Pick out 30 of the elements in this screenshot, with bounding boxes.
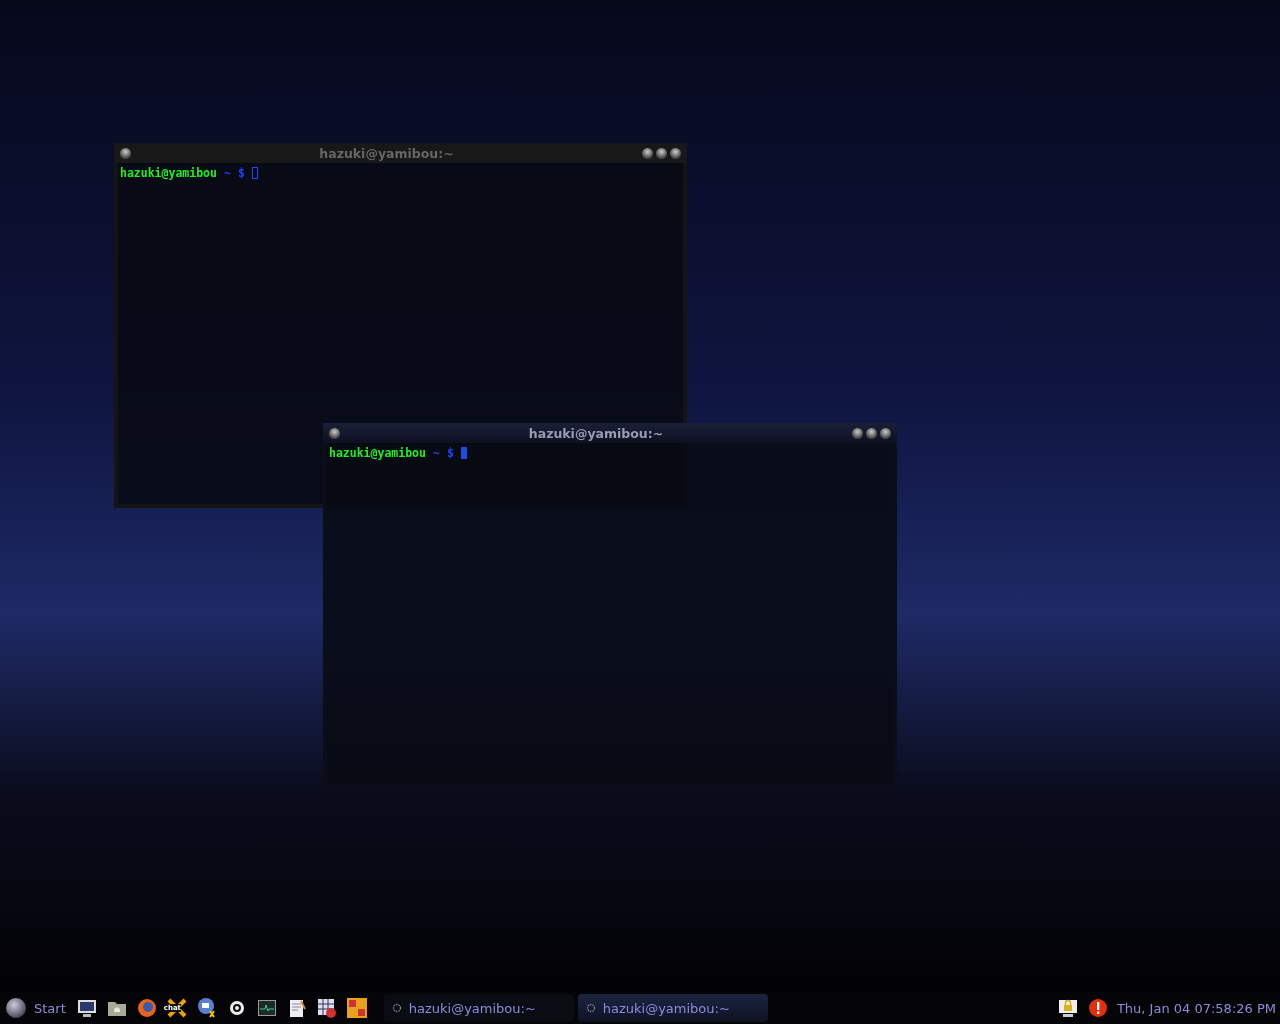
close-button[interactable] — [670, 147, 681, 159]
globe-icon[interactable] — [135, 997, 158, 1019]
start-orb-icon[interactable] — [6, 998, 26, 1018]
prompt-user-host: hazuki@yamibou — [120, 166, 217, 180]
taskbar-window-button[interactable]: hazuki@yamibou:~ — [383, 994, 574, 1022]
close-button[interactable] — [880, 427, 891, 439]
prompt-path: ~ — [432, 446, 440, 460]
monitor-icon[interactable] — [75, 997, 98, 1019]
warning-icon[interactable] — [1086, 997, 1109, 1019]
clock[interactable]: Thu, Jan 04 07:58:26 PM — [1116, 1000, 1276, 1016]
prompt-path: ~ — [223, 166, 231, 180]
window-menu-button[interactable] — [120, 147, 131, 159]
speech-bubble-icon[interactable] — [195, 997, 218, 1019]
spreadsheet-icon[interactable] — [315, 997, 338, 1019]
taskbar-window-button[interactable]: hazuki@yamibou:~ — [577, 994, 768, 1022]
start-button[interactable]: Start — [34, 1000, 66, 1016]
minimize-button[interactable] — [642, 147, 653, 159]
loading-icon — [391, 1003, 402, 1013]
maximize-button[interactable] — [656, 147, 667, 159]
window-menu-button[interactable] — [329, 427, 340, 439]
minimize-button[interactable] — [852, 427, 863, 439]
window-title: hazuki@yamibou:~ — [318, 145, 455, 161]
prompt-user-host: hazuki@yamibou — [329, 446, 426, 460]
loading-icon — [585, 1003, 596, 1013]
locked-monitor-icon[interactable] — [1056, 997, 1079, 1019]
maximize-button[interactable] — [866, 427, 877, 439]
terminal-icon[interactable] — [255, 997, 278, 1019]
prompt-sign: $ — [237, 166, 245, 180]
prompt-sign: $ — [446, 446, 454, 460]
window-title: hazuki@yamibou:~ — [527, 425, 665, 441]
